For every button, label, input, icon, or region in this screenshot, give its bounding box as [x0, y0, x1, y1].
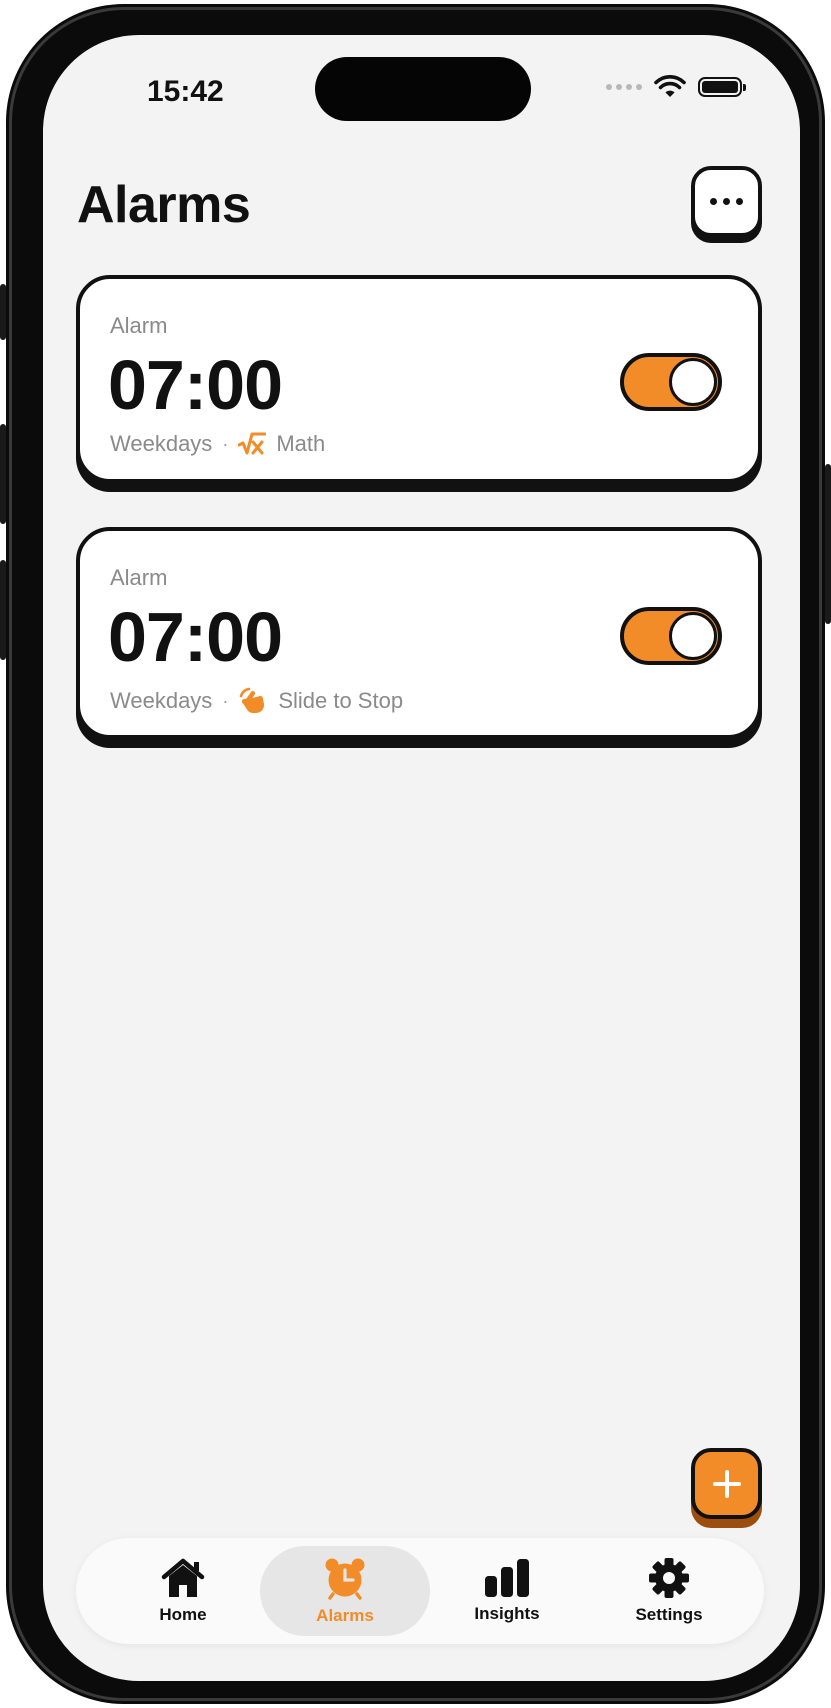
plus-icon — [712, 1469, 741, 1498]
action-button — [0, 284, 6, 340]
alarm-card[interactable]: Alarm 07:00 Weekdays · Math — [76, 275, 762, 483]
sqrt-x-icon — [238, 432, 267, 455]
alarm-label: Alarm — [110, 313, 168, 338]
alarm-toggle[interactable] — [620, 607, 722, 665]
alarm-label: Alarm — [110, 565, 168, 590]
toggle-knob — [669, 612, 717, 660]
alarm-time: 07:00 — [108, 346, 283, 424]
gear-icon — [649, 1558, 689, 1598]
tab-alarms[interactable]: Alarms — [260, 1546, 430, 1636]
alarm-repeat: Weekdays — [110, 431, 213, 456]
tab-label: Insights — [474, 1604, 540, 1623]
app-screen: 15:42 Alarms Alarm 07:00 Weekdays · Math… — [43, 35, 800, 1681]
page-title: Alarms — [77, 176, 251, 234]
alarm-details: Weekdays · Math — [110, 431, 325, 457]
phone-frame: 15:42 Alarms Alarm 07:00 Weekdays · Math… — [0, 4, 831, 1704]
power-button — [825, 464, 831, 624]
add-alarm-button[interactable] — [691, 1448, 762, 1519]
more-options-button[interactable] — [691, 166, 762, 237]
tab-insights[interactable]: Insights — [422, 1546, 592, 1636]
bar-chart-icon — [485, 1559, 529, 1597]
tab-label: Home — [159, 1605, 207, 1624]
volume-down-button — [0, 560, 6, 660]
cellular-signal-icon — [606, 84, 642, 90]
separator-dot: · — [222, 690, 229, 711]
alarm-details: Weekdays · Slide to Stop — [110, 687, 403, 715]
toggle-knob — [669, 358, 717, 406]
tab-settings[interactable]: Settings — [584, 1546, 754, 1636]
ellipsis-icon — [710, 198, 743, 205]
status-time: 15:42 — [147, 75, 224, 108]
alarm-mission: Math — [276, 431, 326, 456]
alarm-time: 07:00 — [108, 598, 283, 676]
wifi-icon — [654, 75, 686, 97]
alarm-card[interactable]: Alarm 07:00 Weekdays · Slide to Stop — [76, 527, 762, 739]
tab-label: Settings — [635, 1605, 703, 1624]
dynamic-island — [315, 57, 531, 121]
tab-label: Alarms — [316, 1606, 374, 1625]
swipe-hand-icon — [240, 687, 265, 714]
alarm-toggle[interactable] — [620, 353, 722, 411]
alarm-repeat: Weekdays — [110, 688, 213, 713]
status-icons — [606, 75, 746, 99]
alarm-clock-icon — [325, 1558, 365, 1600]
alarm-mission: Slide to Stop — [278, 688, 404, 713]
separator-dot: · — [222, 433, 229, 454]
tab-bar: Home Alarms Insights Settings — [76, 1538, 764, 1644]
volume-up-button — [0, 424, 6, 524]
battery-icon — [698, 77, 746, 97]
tab-home[interactable]: Home — [98, 1546, 268, 1636]
house-icon — [161, 1558, 205, 1597]
